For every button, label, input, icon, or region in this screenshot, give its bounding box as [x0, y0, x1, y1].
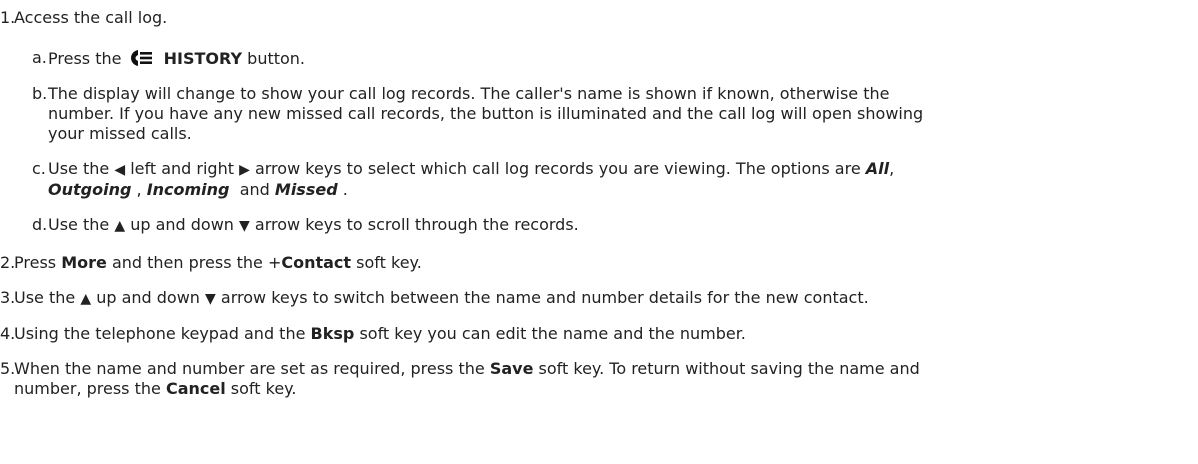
option-incoming: Incoming	[146, 180, 230, 199]
step-number: d.	[32, 215, 48, 234]
contact-key-label: Contact	[281, 253, 352, 272]
up-arrow-icon: ▲	[80, 291, 92, 307]
instructions: 1. Access the call log. a. Press the HIS…	[0, 0, 1198, 399]
option-all: All	[865, 159, 890, 178]
step-3: 3. Use the ▲ up and down ▼ arrow keys to…	[0, 288, 869, 307]
step-number: 3.	[0, 288, 16, 307]
step-1b: b. The display will change to show your …	[32, 84, 924, 143]
step-number: 4.	[0, 324, 16, 343]
save-key-label: Save	[489, 359, 534, 378]
sub-steps: a. Press the HISTORY button. b. The disp…	[0, 48, 1198, 236]
history-icon	[130, 50, 152, 66]
up-arrow-icon: ▲	[114, 218, 126, 234]
step-1c: c. Use the ◀ left and right ▶ arrow keys…	[32, 159, 895, 199]
step-text: Press the	[48, 49, 122, 68]
step-1a: a. Press the HISTORY button.	[32, 48, 306, 68]
step-text: Access the call log.	[14, 8, 168, 27]
more-key-label: More	[61, 253, 107, 272]
step-number: c.	[32, 159, 46, 178]
step-1d: d. Use the ▲ up and down ▼ arrow keys to…	[32, 215, 579, 234]
step-4: 4. Using the telephone keypad and the Bk…	[0, 324, 746, 343]
right-arrow-icon: ▶	[239, 162, 250, 178]
step-2: 2. Press More and then press the +Contac…	[0, 253, 422, 272]
step-number: 2.	[0, 253, 16, 272]
down-arrow-icon: ▼	[205, 291, 216, 307]
option-outgoing: Outgoing	[48, 180, 132, 199]
step-number: b.	[32, 84, 48, 103]
step-number: 5.	[0, 359, 16, 378]
step-number: a.	[32, 48, 47, 67]
history-key-label: HISTORY	[163, 49, 243, 68]
down-arrow-icon: ▼	[239, 218, 250, 234]
step-number: 1.	[0, 8, 16, 27]
bksp-key-label: Bksp	[310, 324, 355, 343]
option-missed: Missed	[274, 180, 338, 199]
cancel-key-label: Cancel	[165, 379, 226, 398]
left-arrow-icon: ◀	[114, 162, 126, 178]
step-1: 1. Access the call log. a. Press the HIS…	[0, 8, 1198, 236]
step-5: 5. When the name and number are set as r…	[0, 359, 920, 398]
